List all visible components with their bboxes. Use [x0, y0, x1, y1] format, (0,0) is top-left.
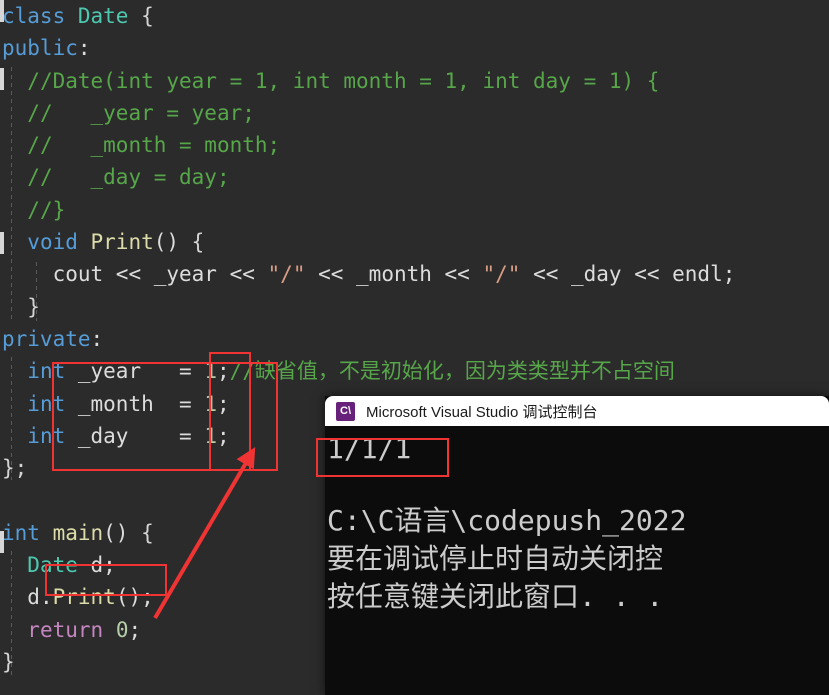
console-window-title: Microsoft Visual Studio 调试控制台: [366, 403, 598, 421]
code-token: //Date(int year = 1, int month = 1, int …: [27, 68, 660, 93]
code-token: void: [27, 230, 91, 255]
date-declaration-box: [45, 564, 167, 596]
code-token: "/": [482, 262, 521, 287]
code-token: // _month = month;: [27, 133, 281, 158]
code-token: {: [191, 230, 205, 255]
code-line[interactable]: //Date(int year = 1, int month = 1, int …: [0, 65, 829, 97]
indent-guide: [11, 357, 12, 481]
gutter-marker: [0, 68, 4, 90]
indent-guide: [11, 551, 12, 677]
code-line[interactable]: }: [0, 291, 829, 323]
code-token: << _month <<: [305, 262, 483, 287]
code-token: public: [2, 36, 78, 61]
code-line[interactable]: // _month = month;: [0, 129, 829, 161]
code-token: :: [77, 36, 91, 61]
code-token: :: [90, 326, 104, 351]
code-line[interactable]: //}: [0, 194, 829, 226]
gutter-marker: [0, 531, 4, 553]
code-line[interactable]: class Date {: [0, 0, 829, 32]
code-token: "/": [267, 262, 306, 287]
code-token: {: [141, 520, 154, 545]
console-output-box: [316, 438, 449, 477]
console-titlebar[interactable]: C\ Microsoft Visual Studio 调试控制台: [325, 396, 829, 426]
code-token: // _year = year;: [27, 100, 255, 125]
code-line[interactable]: public:: [0, 32, 829, 64]
code-token: main: [52, 520, 104, 545]
code-token: {: [141, 4, 154, 28]
code-token: }: [27, 294, 40, 319]
code-token: cout << _year <<: [52, 262, 268, 287]
code-token: // _day = day;: [27, 165, 230, 190]
code-line[interactable]: void Print() {: [0, 226, 829, 258]
code-token: ;: [128, 617, 142, 642]
gutter-marker: [0, 232, 4, 254]
code-token: //缺省值，不是初始化，因为类类型并不占空间: [229, 359, 675, 384]
default-value-highlight-box: [209, 352, 251, 471]
code-token: 0: [115, 617, 129, 642]
gutter-marker: [0, 0, 4, 22]
console-line: 按任意键关闭此窗口. . .: [327, 580, 664, 613]
code-token: }: [2, 649, 15, 674]
code-token: (): [103, 520, 142, 545]
code-line[interactable]: private:: [0, 323, 829, 355]
console-line: C:\C语言\codepush_2022: [327, 504, 687, 537]
cpp-console-icon: C\: [336, 401, 355, 421]
code-token: << _day << endl;: [520, 262, 736, 287]
code-token: private: [2, 326, 91, 351]
code-token: };: [2, 456, 28, 481]
code-token: class: [2, 4, 78, 28]
console-line: 要在调试停止时自动关闭控: [327, 542, 664, 575]
screenshot-root: class Date {public://Date(int year = 1, …: [0, 0, 829, 695]
code-token: (): [153, 230, 192, 255]
code-token: Date: [77, 4, 142, 28]
code-token: //}: [27, 197, 66, 222]
code-token: int: [2, 520, 53, 545]
code-line[interactable]: // _year = year;: [0, 97, 829, 129]
indent-guide: [11, 66, 12, 321]
code-line[interactable]: // _day = day;: [0, 161, 829, 193]
code-token: return: [27, 617, 116, 642]
indent-guide: [36, 262, 37, 321]
code-token: Print: [90, 230, 154, 255]
code-line[interactable]: cout << _year << "/" << _month << "/" <<…: [0, 258, 829, 290]
